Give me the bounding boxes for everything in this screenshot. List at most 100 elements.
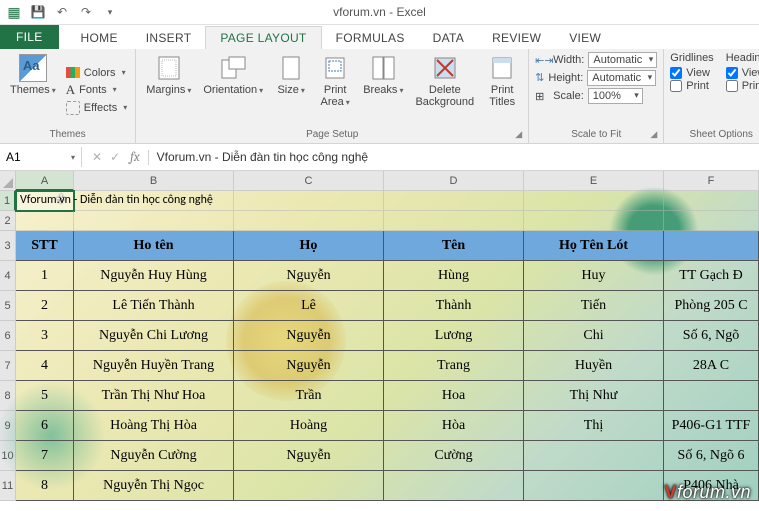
cell[interactable]: Số 6, Ngõ 6 [664, 441, 759, 471]
cell[interactable]: Họ [234, 231, 384, 261]
cell[interactable] [74, 211, 234, 231]
column-header-C[interactable]: C [234, 171, 384, 191]
cell[interactable]: Trần Thị Như Hoa [74, 381, 234, 411]
gridlines-view-checkbox[interactable]: View [670, 67, 713, 79]
cell[interactable]: Thị Như [524, 381, 664, 411]
cell[interactable]: 3 [16, 321, 74, 351]
cell[interactable] [664, 191, 759, 211]
cell[interactable]: 28A C [664, 351, 759, 381]
headings-view-checkbox[interactable]: View [726, 67, 759, 79]
name-box[interactable]: A1▾ [0, 147, 82, 167]
cell[interactable]: Tên [384, 231, 524, 261]
row-header-4[interactable]: 4 [0, 261, 16, 291]
gridlines-print-checkbox[interactable]: Print [670, 80, 713, 92]
row-header-3[interactable]: 3 [0, 231, 16, 261]
cell[interactable]: Thị [524, 411, 664, 441]
cell[interactable]: Nguyễn Thị Ngọc [74, 471, 234, 501]
headings-print-checkbox[interactable]: Print [726, 80, 759, 92]
cell[interactable] [524, 441, 664, 471]
tab-review[interactable]: REVIEW [478, 27, 555, 49]
column-header-F[interactable]: F [664, 171, 759, 191]
cell[interactable]: Tiến [524, 291, 664, 321]
breaks-button[interactable]: Breaks▾ [359, 52, 407, 129]
cell[interactable] [524, 191, 664, 211]
qat-more-button[interactable]: ▾ [100, 2, 120, 22]
cell-A1[interactable]: Vforum.vn - Diễn đàn tin học công nghệ✛ [16, 191, 74, 211]
print-area-button[interactable]: Print Area▾ [315, 52, 355, 129]
column-header-A[interactable]: A [16, 171, 74, 191]
enter-formula-button[interactable]: ✓ [110, 150, 120, 164]
cell[interactable]: Nguyễn Huyền Trang [74, 351, 234, 381]
delete-background-button[interactable]: Delete Background [411, 52, 478, 129]
tab-formulas[interactable]: FORMULAS [322, 27, 419, 49]
cell[interactable]: P406-G1 TTF [664, 411, 759, 441]
row-header-5[interactable]: 5 [0, 291, 16, 321]
cell[interactable] [234, 471, 384, 501]
column-header-B[interactable]: B [74, 171, 234, 191]
cell[interactable]: Thành [384, 291, 524, 321]
height-select[interactable]: Automatic [587, 70, 656, 86]
cell[interactable]: 1 [16, 261, 74, 291]
cell[interactable]: Nguyễn [234, 261, 384, 291]
cell[interactable]: Trần [234, 381, 384, 411]
column-header-D[interactable]: D [384, 171, 524, 191]
tab-file[interactable]: FILE [0, 25, 59, 49]
cell[interactable] [384, 191, 524, 211]
page-setup-dialog-launcher[interactable]: ◢ [515, 129, 522, 140]
row-header-1[interactable]: 1 [0, 191, 16, 211]
cell[interactable]: Hoàng Thị Hòa [74, 411, 234, 441]
tab-home[interactable]: HOME [67, 27, 132, 49]
cell[interactable] [664, 381, 759, 411]
cell[interactable]: Nguyễn [234, 441, 384, 471]
row-header-6[interactable]: 6 [0, 321, 16, 351]
tab-data[interactable]: DATA [419, 27, 478, 49]
cell[interactable]: Nguyễn [234, 351, 384, 381]
fx-icon[interactable]: fx [130, 150, 149, 165]
scale-dialog-launcher[interactable]: ◢ [650, 129, 657, 140]
print-titles-button[interactable]: Print Titles [482, 52, 522, 129]
cell[interactable]: 2 [16, 291, 74, 321]
cell[interactable]: Lê [234, 291, 384, 321]
cell[interactable]: Huy [524, 261, 664, 291]
themes-button[interactable]: Themes▾ [6, 52, 60, 129]
cell[interactable]: Số 6, Ngõ [664, 321, 759, 351]
cell[interactable] [16, 211, 74, 231]
orientation-button[interactable]: Orientation▾ [199, 52, 267, 129]
fonts-button[interactable]: AFonts▾ [64, 81, 129, 99]
scale-input[interactable]: 100% [588, 88, 643, 104]
cell[interactable]: Hoa [384, 381, 524, 411]
cell[interactable] [234, 191, 384, 211]
cell[interactable]: Trang [384, 351, 524, 381]
cell[interactable]: Cường [384, 441, 524, 471]
cell[interactable]: Huyền [524, 351, 664, 381]
cell[interactable] [384, 471, 524, 501]
width-select[interactable]: Automatic [588, 52, 657, 68]
effects-button[interactable]: Effects▾ [64, 100, 129, 116]
cells-area[interactable]: Vforum.vn - Diễn đàn tin học công nghệ✛ S… [16, 191, 759, 501]
tab-page-layout[interactable]: PAGE LAYOUT [205, 26, 321, 49]
cell[interactable]: 5 [16, 381, 74, 411]
cell[interactable] [524, 471, 664, 501]
cell[interactable] [384, 211, 524, 231]
size-button[interactable]: Size▾ [271, 52, 311, 129]
redo-button[interactable]: ↷ [76, 2, 96, 22]
tab-view[interactable]: VIEW [555, 27, 615, 49]
save-button[interactable]: 💾 [28, 2, 48, 22]
cell[interactable] [664, 211, 759, 231]
cell[interactable]: Phòng 205 C [664, 291, 759, 321]
tab-insert[interactable]: INSERT [132, 27, 206, 49]
row-header-2[interactable]: 2 [0, 211, 16, 231]
cancel-formula-button[interactable]: ✕ [92, 150, 102, 164]
cell[interactable] [524, 211, 664, 231]
cell[interactable] [234, 211, 384, 231]
undo-button[interactable]: ↶ [52, 2, 72, 22]
cell[interactable]: Nguyễn [234, 321, 384, 351]
select-all-corner[interactable] [0, 171, 16, 191]
cell[interactable]: Lê Tiến Thành [74, 291, 234, 321]
row-header-7[interactable]: 7 [0, 351, 16, 381]
cell[interactable]: 4 [16, 351, 74, 381]
cell[interactable]: STT [16, 231, 74, 261]
colors-button[interactable]: Colors▾ [64, 66, 129, 80]
cell[interactable]: Hùng [384, 261, 524, 291]
cell[interactable]: Chi [524, 321, 664, 351]
